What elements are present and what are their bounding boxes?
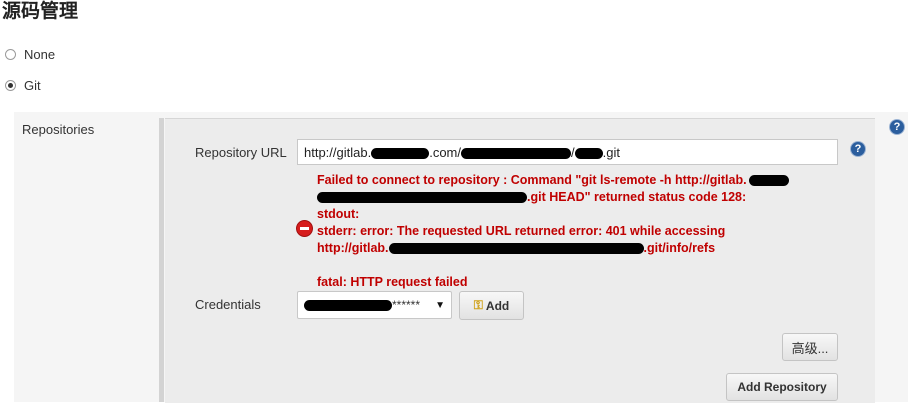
help-icon[interactable]: ?	[890, 120, 904, 134]
redaction	[304, 300, 392, 312]
add-repository-button[interactable]: Add Repository	[726, 373, 838, 401]
help-icon[interactable]: ?	[851, 142, 865, 156]
credentials-select[interactable]: ****** ▼	[297, 291, 452, 319]
error-text: stdout:	[317, 207, 360, 221]
redaction	[574, 148, 603, 160]
chevron-down-icon: ▼	[435, 299, 445, 311]
scm-option-git[interactable]: Git	[5, 76, 41, 94]
error-text: http://gitlab.	[317, 241, 389, 255]
error-message: Failed to connect to repository : Comman…	[317, 172, 837, 291]
scm-option-label: Git	[24, 77, 41, 93]
error-line: Failed to connect to repository : Comman…	[317, 172, 837, 189]
error-text: fatal: HTTP request failed	[317, 275, 468, 289]
url-part: .com/	[429, 145, 462, 160]
redaction	[371, 148, 430, 160]
section-divider	[159, 118, 164, 402]
error-text: .git HEAD" returned status code 128:	[527, 190, 747, 204]
redaction	[388, 243, 644, 255]
error-line: http://gitlab. .git/info/refs	[317, 240, 837, 257]
redaction	[317, 192, 527, 204]
error-line: stderr: error: The requested URL returne…	[317, 223, 837, 240]
redaction	[748, 175, 789, 187]
error-text: .git/info/refs	[643, 241, 716, 255]
error-text: stderr: error: The requested URL returne…	[317, 224, 726, 238]
radio-git[interactable]	[5, 79, 16, 91]
add-button-label: Add	[485, 298, 510, 313]
radio-none[interactable]	[5, 48, 16, 60]
key-icon: ⚿	[473, 298, 483, 312]
error-icon	[297, 221, 312, 236]
scm-option-label: None	[24, 46, 56, 62]
repository-url-input[interactable]: http://gitlab. .com// .git	[297, 139, 838, 165]
advanced-button-label: 高级...	[791, 340, 829, 356]
credentials-value: ******	[304, 298, 435, 312]
scm-option-none[interactable]: None	[5, 45, 55, 63]
add-credentials-button[interactable]: ⚿ Add	[459, 291, 524, 320]
url-part: http://gitlab.	[304, 145, 372, 160]
repositories-label: Repositories	[22, 122, 95, 137]
url-part: .git	[602, 145, 620, 160]
repository-url-label: Repository URL	[195, 145, 287, 160]
advanced-button[interactable]: 高级...	[782, 333, 838, 361]
error-line: fatal: HTTP request failed	[317, 274, 837, 291]
add-repository-label: Add Repository	[737, 380, 827, 394]
error-line: stdout:	[317, 206, 837, 223]
section-title: 源码管理	[2, 1, 79, 22]
error-line	[317, 257, 837, 274]
credentials-label: Credentials	[195, 297, 261, 312]
redaction	[461, 148, 572, 160]
error-text: Failed to connect to repository : Comman…	[317, 173, 747, 187]
error-line: .git HEAD" returned status code 128:	[317, 189, 837, 206]
credentials-mask: ******	[392, 298, 421, 312]
